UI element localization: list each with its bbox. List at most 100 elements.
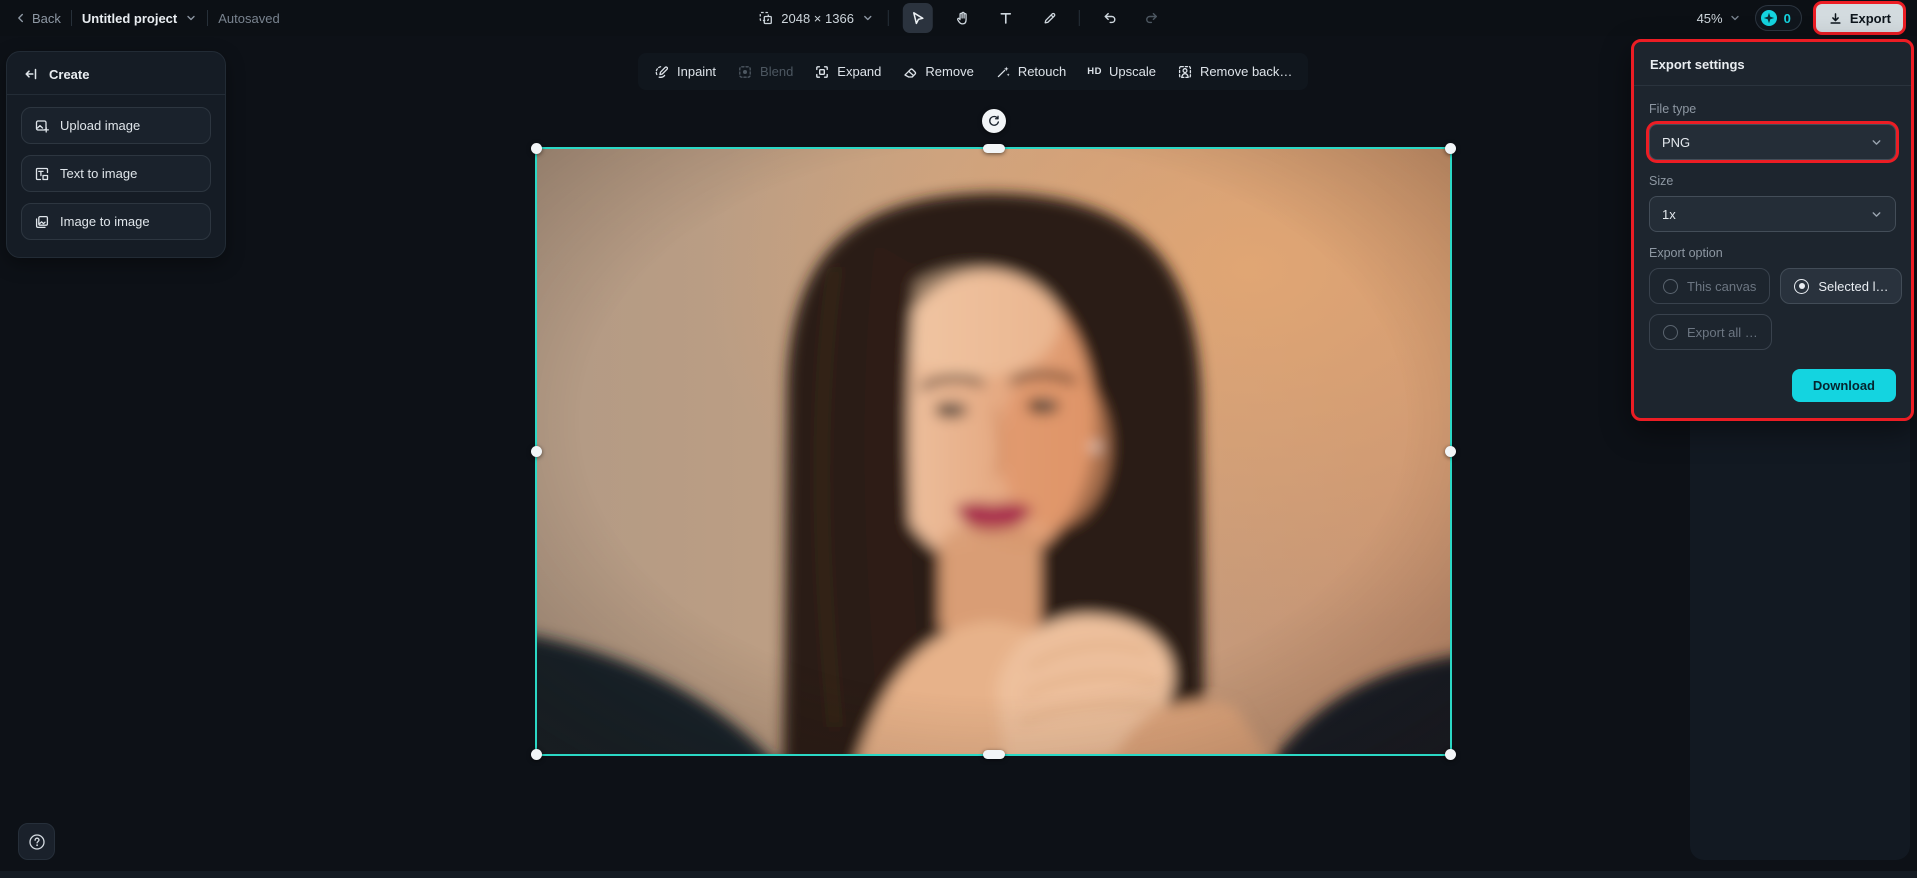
toolbar-item-label: Upscale	[1108, 64, 1156, 79]
expand-icon	[814, 64, 830, 80]
selection-handle-bottom-center[interactable]	[982, 750, 1005, 759]
selection-handle-middle-left[interactable]	[531, 446, 542, 457]
toolbar-item-remove[interactable]: Remove	[902, 64, 974, 80]
export-option-this-canvas[interactable]: This canvas	[1649, 268, 1771, 304]
project-name-menu[interactable]: Untitled project	[82, 11, 197, 26]
chevron-down-icon	[185, 12, 197, 24]
credits-count: 0	[1783, 10, 1791, 26]
selection-handle-top-right[interactable]	[1445, 143, 1456, 154]
sidebar-item-upload-image[interactable]: Upload image	[21, 107, 211, 144]
redo-icon	[1145, 10, 1161, 26]
portrait-image[interactable]	[535, 147, 1452, 756]
toolbar-item-upscale[interactable]: HD Upscale	[1087, 64, 1156, 79]
undo-button[interactable]	[1094, 3, 1124, 33]
sidebar-item-image-to-image[interactable]: Image to image	[21, 203, 211, 240]
sidebar-item-label: Text to image	[60, 166, 138, 181]
collapse-panel-icon[interactable]	[23, 66, 39, 82]
edit-toolbar: Inpaint Blend Expand Remove Retouch HD U…	[638, 53, 1309, 90]
text-icon	[998, 10, 1014, 26]
pan-tool-button[interactable]	[947, 3, 977, 33]
draw-tool-button[interactable]	[1035, 3, 1065, 33]
back-label: Back	[32, 10, 61, 26]
radio-icon	[1663, 278, 1678, 294]
chevron-left-icon	[14, 11, 28, 25]
selection-handle-bottom-left[interactable]	[531, 749, 542, 760]
selection-handle-middle-right[interactable]	[1445, 446, 1456, 457]
inpaint-icon	[654, 64, 670, 80]
toolbar-item-blend[interactable]: Blend	[737, 64, 793, 80]
toolbar-item-label: Remove back…	[1199, 64, 1293, 79]
sidebar-item-text-to-image[interactable]: Text to image	[21, 155, 211, 192]
chevron-down-icon	[1870, 208, 1883, 221]
hand-icon	[954, 10, 970, 26]
file-type-label: File type	[1649, 102, 1697, 116]
selection-handle-top-center[interactable]	[982, 144, 1005, 153]
zoom-level-menu[interactable]: 45%	[1697, 11, 1741, 26]
export-option-label-text: Selected l…	[1818, 278, 1889, 294]
download-icon	[1828, 11, 1843, 26]
selection-handle-bottom-right[interactable]	[1445, 749, 1456, 760]
toolbar-item-label: Blend	[760, 64, 794, 79]
export-option-label: Export option	[1649, 246, 1723, 260]
divider	[887, 10, 889, 26]
topbar: Back Untitled project Autosaved 2048 × 1…	[0, 0, 1917, 36]
undo-icon	[1101, 10, 1117, 26]
rotate-handle[interactable]	[981, 109, 1006, 133]
export-option-label-text: This canvas	[1687, 278, 1757, 294]
file-type-select[interactable]: PNG	[1649, 124, 1896, 160]
toolbar-item-label: Remove	[925, 64, 974, 79]
text-tool-button[interactable]	[991, 3, 1021, 33]
chevron-down-icon	[1729, 12, 1741, 24]
eraser-icon	[902, 64, 918, 80]
remove-background-icon	[1177, 64, 1193, 80]
window-bottom-edge	[0, 871, 1917, 878]
hd-icon: HD	[1087, 66, 1102, 77]
export-label: Export	[1849, 10, 1891, 26]
credits-pill[interactable]: 0	[1754, 5, 1802, 31]
chevron-down-icon	[1870, 136, 1883, 149]
export-option-selected-layer[interactable]: Selected l…	[1780, 268, 1903, 304]
sidebar-header: Create	[7, 52, 225, 94]
export-option-export-all[interactable]: Export all …	[1649, 314, 1772, 350]
file-type-value: PNG	[1662, 134, 1691, 150]
text-to-image-icon	[34, 166, 50, 182]
radio-icon	[1663, 324, 1678, 340]
export-settings-panel: Export settings File type PNG Size 1x Ex…	[1631, 39, 1914, 421]
divider	[207, 10, 209, 26]
chevron-down-icon	[862, 12, 874, 24]
canvas-selected-image[interactable]	[531, 109, 1456, 760]
export-option-label-text: Export all …	[1687, 324, 1758, 340]
help-button[interactable]	[18, 823, 55, 860]
download-button[interactable]: Download	[1791, 369, 1896, 402]
size-select[interactable]: 1x	[1649, 196, 1896, 232]
redo-button[interactable]	[1138, 3, 1168, 33]
wand-icon	[995, 64, 1011, 80]
sidebar-item-label: Image to image	[60, 214, 150, 229]
toolbar-item-inpaint[interactable]: Inpaint	[654, 64, 716, 80]
export-settings-title: Export settings	[1650, 57, 1745, 72]
image-to-image-icon	[34, 214, 50, 230]
divider	[1078, 10, 1080, 26]
select-tool-button[interactable]	[902, 3, 933, 33]
create-sidebar: Create Upload image Text to image Image …	[6, 51, 226, 258]
toolbar-item-expand[interactable]: Expand	[814, 64, 881, 80]
zoom-level: 45%	[1696, 10, 1723, 26]
canvas-size-menu[interactable]: 2048 × 1366	[757, 10, 874, 26]
size-label: Size	[1649, 174, 1674, 188]
back-button[interactable]: Back	[14, 11, 61, 26]
divider	[70, 10, 72, 26]
radio-selected-icon	[1794, 278, 1810, 294]
resize-canvas-icon	[757, 10, 773, 26]
export-button[interactable]: Export	[1815, 4, 1903, 32]
size-value: 1x	[1662, 206, 1676, 222]
canvas-size-value: 2048 × 1366	[781, 10, 854, 26]
toolbar-item-remove-background[interactable]: Remove back…	[1177, 64, 1292, 80]
toolbar-item-retouch[interactable]: Retouch	[995, 64, 1066, 80]
project-name: Untitled project	[81, 10, 178, 26]
selection-handle-top-left[interactable]	[531, 143, 542, 154]
cursor-icon	[910, 10, 926, 26]
upload-image-icon	[34, 118, 50, 134]
rotate-icon	[988, 115, 999, 126]
brush-icon	[1042, 10, 1058, 26]
credits-coin-icon	[1760, 9, 1778, 27]
